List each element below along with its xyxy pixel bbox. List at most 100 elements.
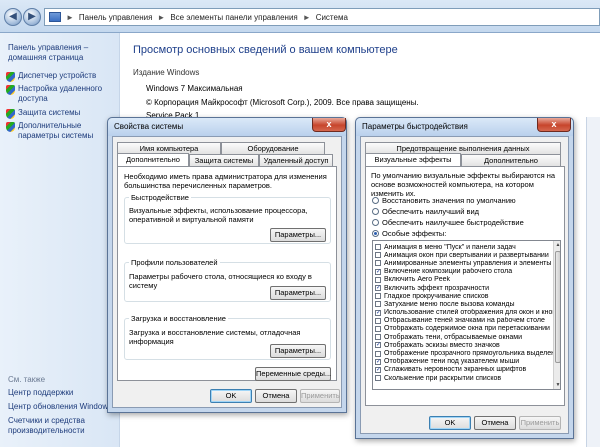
- tab-system-protection[interactable]: Защита системы: [189, 154, 259, 166]
- radio-custom[interactable]: Особые эффекты:: [372, 229, 446, 238]
- checkbox-checked-icon[interactable]: ✓: [375, 358, 381, 365]
- shield-icon: [6, 85, 15, 95]
- breadcrumb-system[interactable]: Система: [316, 13, 348, 22]
- address-bar[interactable]: ► Панель управления ► Все элементы панел…: [44, 8, 600, 26]
- effect-item[interactable]: Отображение прозрачного прямоугольника в…: [373, 349, 553, 357]
- link-action-center[interactable]: Центр поддержки: [8, 388, 73, 398]
- effect-label: Включить эффект прозрачности: [384, 284, 489, 292]
- apply-button[interactable]: Применить: [519, 416, 561, 430]
- checkbox-checked-icon[interactable]: ✓: [375, 366, 381, 373]
- tab-remote[interactable]: Удаленный доступ: [259, 154, 333, 166]
- tab-hardware[interactable]: Оборудование: [221, 142, 325, 154]
- ok-button[interactable]: OK: [429, 416, 471, 430]
- link-windows-update[interactable]: Центр обновления Windows: [8, 402, 112, 412]
- effect-label: Анимация окон при свертывании и разверты…: [384, 251, 549, 259]
- dialog-body: Имя компьютера Оборудование Дополнительн…: [112, 136, 342, 408]
- checkbox-icon[interactable]: [375, 276, 381, 283]
- titlebar[interactable]: Свойства системы: [108, 118, 346, 136]
- radio-label: Обеспечить наилучший вид: [382, 207, 480, 216]
- apply-button[interactable]: Применить: [300, 389, 340, 403]
- effects-list[interactable]: Анимация в меню "Пуск" и панели задач Ани…: [372, 240, 561, 390]
- effect-label: Отображение тени под указателем мыши: [384, 358, 520, 366]
- effect-item[interactable]: Отображать содержимое окна при перетаски…: [373, 325, 553, 333]
- effect-label: Отбрасывание теней значками на рабочем с…: [384, 317, 545, 325]
- ok-button[interactable]: OK: [210, 389, 252, 403]
- forward-button[interactable]: ▶: [23, 8, 41, 26]
- startup-settings-button[interactable]: Параметры...: [270, 344, 326, 358]
- checkbox-checked-icon[interactable]: ✓: [375, 285, 381, 292]
- sidebar-item-label: Настройка удаленного доступа: [18, 84, 103, 103]
- effect-label: Анимированные элементы управления и элем…: [384, 259, 553, 267]
- effect-item[interactable]: Отображать тени, отбрасываемые окнами: [373, 333, 553, 341]
- effect-item[interactable]: Затухание меню после вызова команды: [373, 300, 553, 308]
- checkbox-icon[interactable]: [375, 350, 381, 357]
- effect-item[interactable]: Анимация в меню "Пуск" и панели задач: [373, 243, 553, 251]
- effect-item[interactable]: ✓ Включение композиции рабочего стола: [373, 268, 553, 276]
- close-button[interactable]: x: [312, 118, 346, 132]
- close-button[interactable]: x: [537, 118, 571, 132]
- sidebar-home-link[interactable]: Панель управления – домашняя страница: [8, 43, 116, 63]
- environment-variables-button[interactable]: Переменные среды...: [255, 367, 331, 381]
- effect-label: Анимация в меню "Пуск" и панели задач: [384, 243, 516, 251]
- dialog-title: Параметры быстродействия: [362, 122, 468, 131]
- checkbox-icon[interactable]: [375, 244, 381, 251]
- dialog-body: Предотвращение выполнения данных Визуаль…: [360, 136, 569, 434]
- radio-best-appearance[interactable]: Обеспечить наилучший вид: [372, 207, 479, 216]
- radio-best-performance[interactable]: Обеспечить наилучшее быстродействие: [372, 218, 524, 227]
- scroll-down-icon[interactable]: ▼: [554, 381, 560, 389]
- checkbox-icon[interactable]: [375, 260, 381, 267]
- effect-item[interactable]: Анимация окон при свертывании и разверты…: [373, 251, 553, 259]
- profiles-settings-button[interactable]: Параметры...: [270, 286, 326, 300]
- scroll-thumb[interactable]: [555, 251, 560, 363]
- sidebar-item-device-manager[interactable]: Диспетчер устройств: [6, 71, 120, 82]
- tab-visual-effects[interactable]: Визуальные эффекты: [365, 153, 461, 166]
- radio-icon: [372, 208, 379, 215]
- back-button[interactable]: ◀: [4, 8, 22, 26]
- effect-item[interactable]: ✓ Использование стилей отображения для ок…: [373, 309, 553, 317]
- scroll-up-icon[interactable]: ▲: [554, 241, 560, 249]
- effect-item[interactable]: Гладкое прокручивание списков: [373, 292, 553, 300]
- checkbox-checked-icon[interactable]: ✓: [375, 309, 381, 316]
- effect-label: Скольжение при раскрытии списков: [384, 374, 502, 382]
- effect-label: Отображение прозрачного прямоугольника в…: [384, 350, 553, 358]
- checkbox-icon[interactable]: [375, 293, 381, 300]
- cancel-button[interactable]: Отмена: [474, 416, 516, 430]
- tab-advanced[interactable]: Дополнительно: [461, 154, 561, 166]
- effect-item[interactable]: Анимированные элементы управления и элем…: [373, 259, 553, 267]
- checkbox-checked-icon[interactable]: ✓: [375, 342, 381, 349]
- effect-item[interactable]: Включить Aero Peek: [373, 276, 553, 284]
- effect-item[interactable]: ✓ Включить эффект прозрачности: [373, 284, 553, 292]
- checkbox-icon[interactable]: [375, 252, 381, 259]
- explorer-toolbar: ◀ ▶ ► Панель управления ► Все элементы п…: [0, 0, 600, 33]
- effect-item[interactable]: Скольжение при раскрытии списков: [373, 374, 553, 382]
- performance-settings-button[interactable]: Параметры...: [270, 228, 326, 242]
- intro-text: По умолчанию визуальные эффекты выбирают…: [371, 171, 556, 198]
- address-sep-icon: ►: [66, 12, 74, 22]
- sidebar-item-remote[interactable]: Настройка удаленного доступа: [6, 84, 120, 104]
- effect-item[interactable]: ✓ Отображение тени под указателем мыши: [373, 358, 553, 366]
- effect-label: Отображать тени, отбрасываемые окнами: [384, 333, 522, 341]
- tab-advanced[interactable]: Дополнительно: [117, 153, 189, 166]
- breadcrumb-control-panel[interactable]: Панель управления: [79, 13, 153, 22]
- checkbox-icon[interactable]: [375, 317, 381, 324]
- checkbox-icon[interactable]: [375, 375, 381, 382]
- effect-item[interactable]: ✓ Сглаживать неровности экранных шрифтов: [373, 366, 553, 374]
- link-performance[interactable]: Счетчики и средства производительности: [8, 416, 116, 436]
- radio-default[interactable]: Восстановить значения по умолчанию: [372, 196, 516, 205]
- checkbox-icon[interactable]: [375, 325, 381, 332]
- effect-item[interactable]: ✓ Отображать эскизы вместо значков: [373, 341, 553, 349]
- effects-scrollbar[interactable]: ▲ ▼: [553, 241, 560, 389]
- radio-icon: [372, 197, 379, 204]
- background-scrollbar[interactable]: [586, 117, 600, 447]
- effect-item[interactable]: Отбрасывание теней значками на рабочем с…: [373, 317, 553, 325]
- radio-label: Особые эффекты:: [382, 229, 447, 238]
- breadcrumb-all-items[interactable]: Все элементы панели управления: [170, 13, 297, 22]
- checkbox-icon[interactable]: [375, 301, 381, 308]
- checkbox-icon[interactable]: [375, 334, 381, 341]
- shield-icon: [6, 122, 15, 132]
- checkbox-checked-icon[interactable]: ✓: [375, 268, 381, 275]
- sidebar-item-protection[interactable]: Защита системы: [6, 108, 120, 119]
- system-properties-dialog: Свойства системы x Имя компьютера Оборуд…: [107, 117, 347, 413]
- cancel-button[interactable]: Отмена: [255, 389, 297, 403]
- sidebar-item-advanced[interactable]: Дополнительные параметры системы: [6, 121, 120, 141]
